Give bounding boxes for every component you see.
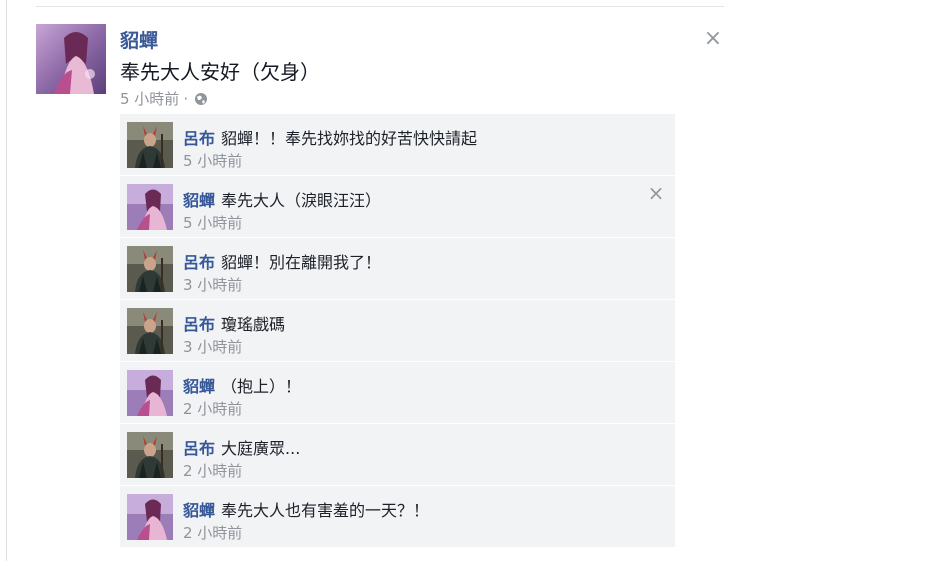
comment-item: 呂布 大庭廣眾... 2 小時前 <box>120 424 675 486</box>
comment-timestamp[interactable]: 2 小時前 <box>183 398 242 419</box>
comment-item: 貂蟬 奉先大人（淚眼汪汪） 5 小時前 × <box>120 176 675 238</box>
diaochan-avatar[interactable] <box>127 370 173 416</box>
lubu-avatar[interactable] <box>127 432 173 478</box>
comment-author-name[interactable]: 呂布 <box>183 315 215 334</box>
lubu-avatar[interactable] <box>127 246 173 292</box>
comment-author-name[interactable]: 呂布 <box>183 129 215 148</box>
comment-timestamp[interactable]: 3 小時前 <box>183 274 242 295</box>
comment-item: 貂蟬 奉先大人也有害羞的一天？！ 2 小時前 <box>120 486 675 548</box>
comment-body: 呂布 貂蟬！別在離開我了！ <box>183 249 381 273</box>
comment-text: （抱上）！ <box>221 377 302 396</box>
lubu-avatar[interactable] <box>127 122 173 168</box>
diaochan-avatar[interactable] <box>127 494 173 540</box>
comment-author-name[interactable]: 呂布 <box>183 253 215 272</box>
close-icon[interactable]: × <box>648 183 665 203</box>
comment-author-name[interactable]: 貂蟬 <box>183 501 215 520</box>
comments-list: 呂布 貂蟬！！奉先找妳找的好苦快快請起 5 小時前 貂蟬 奉先大人（淚眼汪汪） 5 小時前… <box>120 114 675 548</box>
globe-icon[interactable] <box>194 92 208 106</box>
close-icon[interactable]: × <box>704 28 722 50</box>
comment-item: 貂蟬 （抱上）！ 2 小時前 <box>120 362 675 424</box>
comment-text: 大庭廣眾... <box>221 439 301 458</box>
diaochan-avatar[interactable] <box>127 184 173 230</box>
post-author-name[interactable]: 貂蟬 <box>120 26 158 53</box>
comment-author-name[interactable]: 貂蟬 <box>183 377 215 396</box>
post-meta: 5 小時前 · <box>120 88 208 109</box>
left-divider <box>6 0 7 561</box>
lubu-avatar[interactable] <box>127 308 173 354</box>
comment-body: 呂布 大庭廣眾... <box>183 435 300 459</box>
comment-text: 瓊瑤戲碼 <box>221 315 286 334</box>
comment-timestamp[interactable]: 5 小時前 <box>183 150 242 171</box>
comment-body: 貂蟬 奉先大人（淚眼汪汪） <box>183 187 381 211</box>
comment-body: 呂布 貂蟬！！奉先找妳找的好苦快快請起 <box>183 125 477 149</box>
comment-author-name[interactable]: 呂布 <box>183 439 215 458</box>
comment-author-name[interactable]: 貂蟬 <box>183 191 215 210</box>
comment-timestamp[interactable]: 2 小時前 <box>183 522 242 543</box>
comment-timestamp[interactable]: 3 小時前 <box>183 336 242 357</box>
comment-timestamp[interactable]: 2 小時前 <box>183 460 242 481</box>
comment-body: 貂蟬 （抱上）！ <box>183 373 301 397</box>
comment-body: 貂蟬 奉先大人也有害羞的一天？！ <box>183 497 429 521</box>
comment-item: 呂布 貂蟬！別在離開我了！ 3 小時前 <box>120 238 675 300</box>
comment-body: 呂布 瓊瑤戲碼 <box>183 311 285 335</box>
meta-separator: · <box>183 89 189 108</box>
post-text: 奉先大人安好（欠身） <box>120 60 320 84</box>
diaochan-avatar[interactable] <box>36 24 106 94</box>
comment-text: 貂蟬！！奉先找妳找的好苦快快請起 <box>221 129 478 148</box>
comment-item: 呂布 貂蟬！！奉先找妳找的好苦快快請起 5 小時前 <box>120 114 675 176</box>
top-divider <box>36 6 724 7</box>
comment-item: 呂布 瓊瑤戲碼 3 小時前 <box>120 300 675 362</box>
comment-timestamp[interactable]: 5 小時前 <box>183 212 242 233</box>
comment-text: 奉先大人也有害羞的一天？！ <box>221 501 430 520</box>
comment-text: 貂蟬！別在離開我了！ <box>221 253 382 272</box>
post-timestamp[interactable]: 5 小時前 <box>120 88 179 109</box>
comment-text: 奉先大人（淚眼汪汪） <box>221 191 382 210</box>
